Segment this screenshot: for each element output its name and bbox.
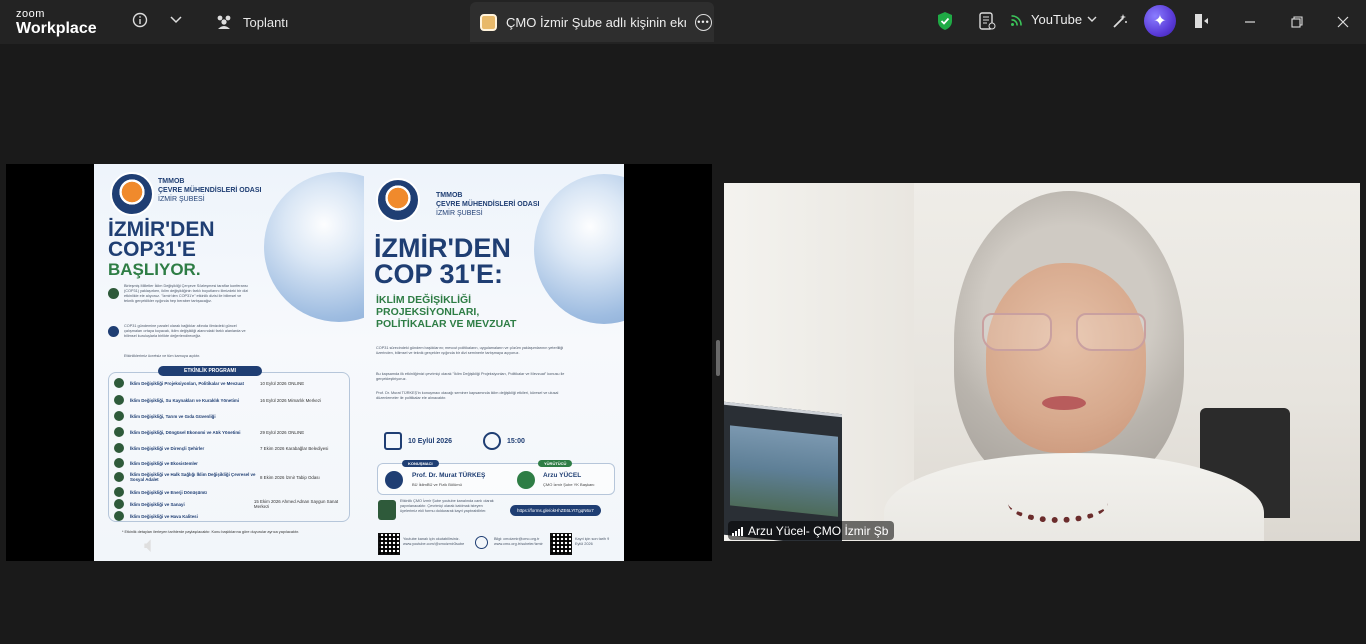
- poster-right-subtitle: İKLİM DEĞİŞİKLİĞİ PROJEKSİYONLARI, POLİT…: [376, 294, 517, 331]
- program-icon: [114, 487, 124, 497]
- clock-icon: [483, 432, 501, 450]
- program-item: İklim Değişikliği ve Dirençli Şehirler 7 …: [114, 443, 350, 453]
- more-options-icon[interactable]: •••: [695, 13, 712, 31]
- poster-right-para2: Bu kapsamda ilk etkinliğimizi çevrimiçi …: [376, 372, 565, 382]
- deadline-text: Kayıt için son tarih 9 Eylül 2026: [575, 537, 610, 547]
- program-icon: [114, 411, 124, 421]
- poster-left-para1: Birleşmiş Milletler İklim Değişikliği Çe…: [124, 284, 249, 304]
- youtube-livestream-button[interactable]: YouTube: [1010, 12, 1097, 27]
- calendar-icon: [384, 432, 402, 450]
- program-item: İklim Değişikliği, Su Kaynakları ve Kura…: [114, 395, 350, 405]
- split-resize-handle[interactable]: [716, 340, 720, 376]
- program-icon: [114, 427, 124, 437]
- poster-right-headline: İZMİR'DEN COP 31'E:: [374, 233, 511, 289]
- zoom-logo: zoom Workplace: [16, 9, 97, 37]
- poster-right-para1: COP31 sürecindeki gündem başlıklarını; m…: [376, 346, 564, 356]
- program-icon: [114, 472, 124, 482]
- group-icon: [108, 326, 119, 337]
- form-url: https://forms.gle/okHhZE6LYtTgqN6x7: [510, 505, 601, 516]
- youtube-note: Youtube kanalı için okutabilirsiniz. www…: [403, 537, 465, 547]
- program-icon: [114, 499, 124, 509]
- person-glasses: [982, 313, 1150, 353]
- moderator-avatar-icon: [517, 471, 535, 489]
- cmo-logo: [110, 172, 154, 216]
- program-item: İklim Değişikliği ve Sanayi 15 Ekim 2026 …: [114, 499, 350, 509]
- globe-image: [534, 174, 624, 324]
- meeting-tab[interactable]: Toplantı: [215, 10, 289, 34]
- participant-video[interactable]: [724, 183, 1360, 541]
- restore-icon[interactable]: [1287, 12, 1307, 32]
- org-name: TMMOB ÇEVRE MÜHENDİSLERİ ODASI İZMİR ŞUB…: [436, 192, 540, 217]
- chevron-down-icon[interactable]: [168, 10, 184, 30]
- leave-sidebar-icon[interactable]: [1190, 10, 1212, 32]
- security-shield-icon[interactable]: [935, 10, 955, 32]
- person-mouth: [1042, 396, 1086, 410]
- program-item: İklim Değişikliği ve Halk Sağlığı İklim …: [114, 472, 350, 482]
- close-icon[interactable]: [1333, 12, 1353, 32]
- brand-bottom: Workplace: [16, 20, 97, 37]
- chevron-down-icon: [1087, 16, 1097, 22]
- participant-name-tag: Arzu Yücel- ÇMO İzmir Şb: [728, 521, 895, 540]
- register-qr-code: [550, 533, 572, 555]
- poster-left-para2: COP31 gündemine paralel olarak bağlıklar…: [124, 324, 246, 339]
- poster-left-headline: İZMİR'DEN COP31'E BAŞLIYOR.: [108, 218, 215, 279]
- form-icon: [378, 500, 396, 520]
- person-face: [986, 263, 1146, 453]
- program-item: İklim Değişikliği Projeksiyonları, Polit…: [114, 378, 350, 388]
- title-bar: zoom Workplace Toplantı ÇMO İzmir Şube a…: [0, 0, 1366, 44]
- speaker-affil: BÜ İklimBÜ ve Fizik Bölümü: [412, 482, 462, 487]
- program-title: ETKİNLİK PROGRAMI: [158, 366, 262, 376]
- audio-signal-icon: [732, 526, 743, 536]
- program-item: İklim Değişikliği ve Ekosistemler: [114, 458, 350, 468]
- brand-top: zoom: [16, 8, 45, 20]
- moderator-name: Arzu YÜCEL: [543, 472, 582, 479]
- event-date: 10 Eylül 2026: [384, 432, 452, 450]
- participant-name: Arzu Yücel- ÇMO İzmir Şb: [748, 523, 889, 538]
- annotate-icon[interactable]: [1109, 10, 1131, 32]
- meeting-tab-label: Toplantı: [243, 14, 289, 30]
- screen-share-tab[interactable]: ÇMO İzmir Şube adlı kişinin ekranı •••: [470, 2, 714, 42]
- poster-left-para3: Etkinliklerimiz ücretsiz ve tüm kamuya a…: [124, 354, 201, 358]
- globe-image: [264, 172, 364, 322]
- program-item: İklim Değişikliği ve Enerji Dönüşümü: [114, 487, 350, 497]
- speaker-tag: KONUŞMACI: [402, 460, 439, 467]
- speaker-avatar-icon: [385, 471, 403, 489]
- youtube-qr-code: [378, 533, 400, 555]
- ai-companion-icon[interactable]: ✦: [1144, 5, 1176, 37]
- cmo-logo: [376, 178, 420, 222]
- poster-right-para3: Prof. Dr. Murat TÜRKEŞ'in konuşmacı olac…: [376, 391, 559, 401]
- notes-icon[interactable]: [977, 10, 997, 32]
- people-icon: [217, 15, 231, 29]
- moderator-affil: ÇMO İzmir Şube YK Başkanı: [543, 482, 595, 487]
- info-icon[interactable]: [130, 10, 150, 30]
- minimize-icon[interactable]: [1240, 12, 1260, 32]
- register-text: Etkinlik ÇMO İzmir Şube youtube kanalınd…: [400, 499, 494, 514]
- program-icon: [114, 458, 124, 468]
- program-item: İklim Değişikliği, Döngüsel Ekonomi ve A…: [114, 427, 350, 437]
- speakers-card: [377, 463, 615, 495]
- moderator-tag: YÜRÜTÜCÜ: [538, 460, 573, 467]
- program-icon: [114, 511, 124, 521]
- web-globe-icon: [475, 536, 488, 549]
- speaker-icon: 🔈︎: [144, 532, 158, 557]
- event-time: 15:00: [483, 432, 525, 450]
- live-signal-icon: [1011, 14, 1022, 26]
- program-item: İklim Değişikliği, Tarım ve Gıda Güvenli…: [114, 411, 350, 421]
- speaker-name: Prof. Dr. Murat TÜRKEŞ: [412, 472, 486, 479]
- contact-info: Bilgi: cmoizmir@cmo.org.tr www.cmo.org.t…: [494, 537, 543, 547]
- megaphone-icon: [108, 288, 119, 299]
- share-thumbnail-icon: [480, 13, 497, 31]
- person-necklace: [1008, 483, 1108, 523]
- org-name: TMMOB ÇEVRE MÜHENDİSLERİ ODASI İZMİR ŞUB…: [158, 178, 262, 203]
- share-tab-label: ÇMO İzmir Şube adlı kişinin ekranı: [506, 14, 686, 30]
- program-icon: [114, 378, 124, 388]
- program-icon: [114, 443, 124, 453]
- youtube-label: YouTube: [1031, 12, 1083, 27]
- program-icon: [114, 395, 124, 405]
- program-item: İklim Değişikliği ve Hava Kalitesi: [114, 511, 350, 521]
